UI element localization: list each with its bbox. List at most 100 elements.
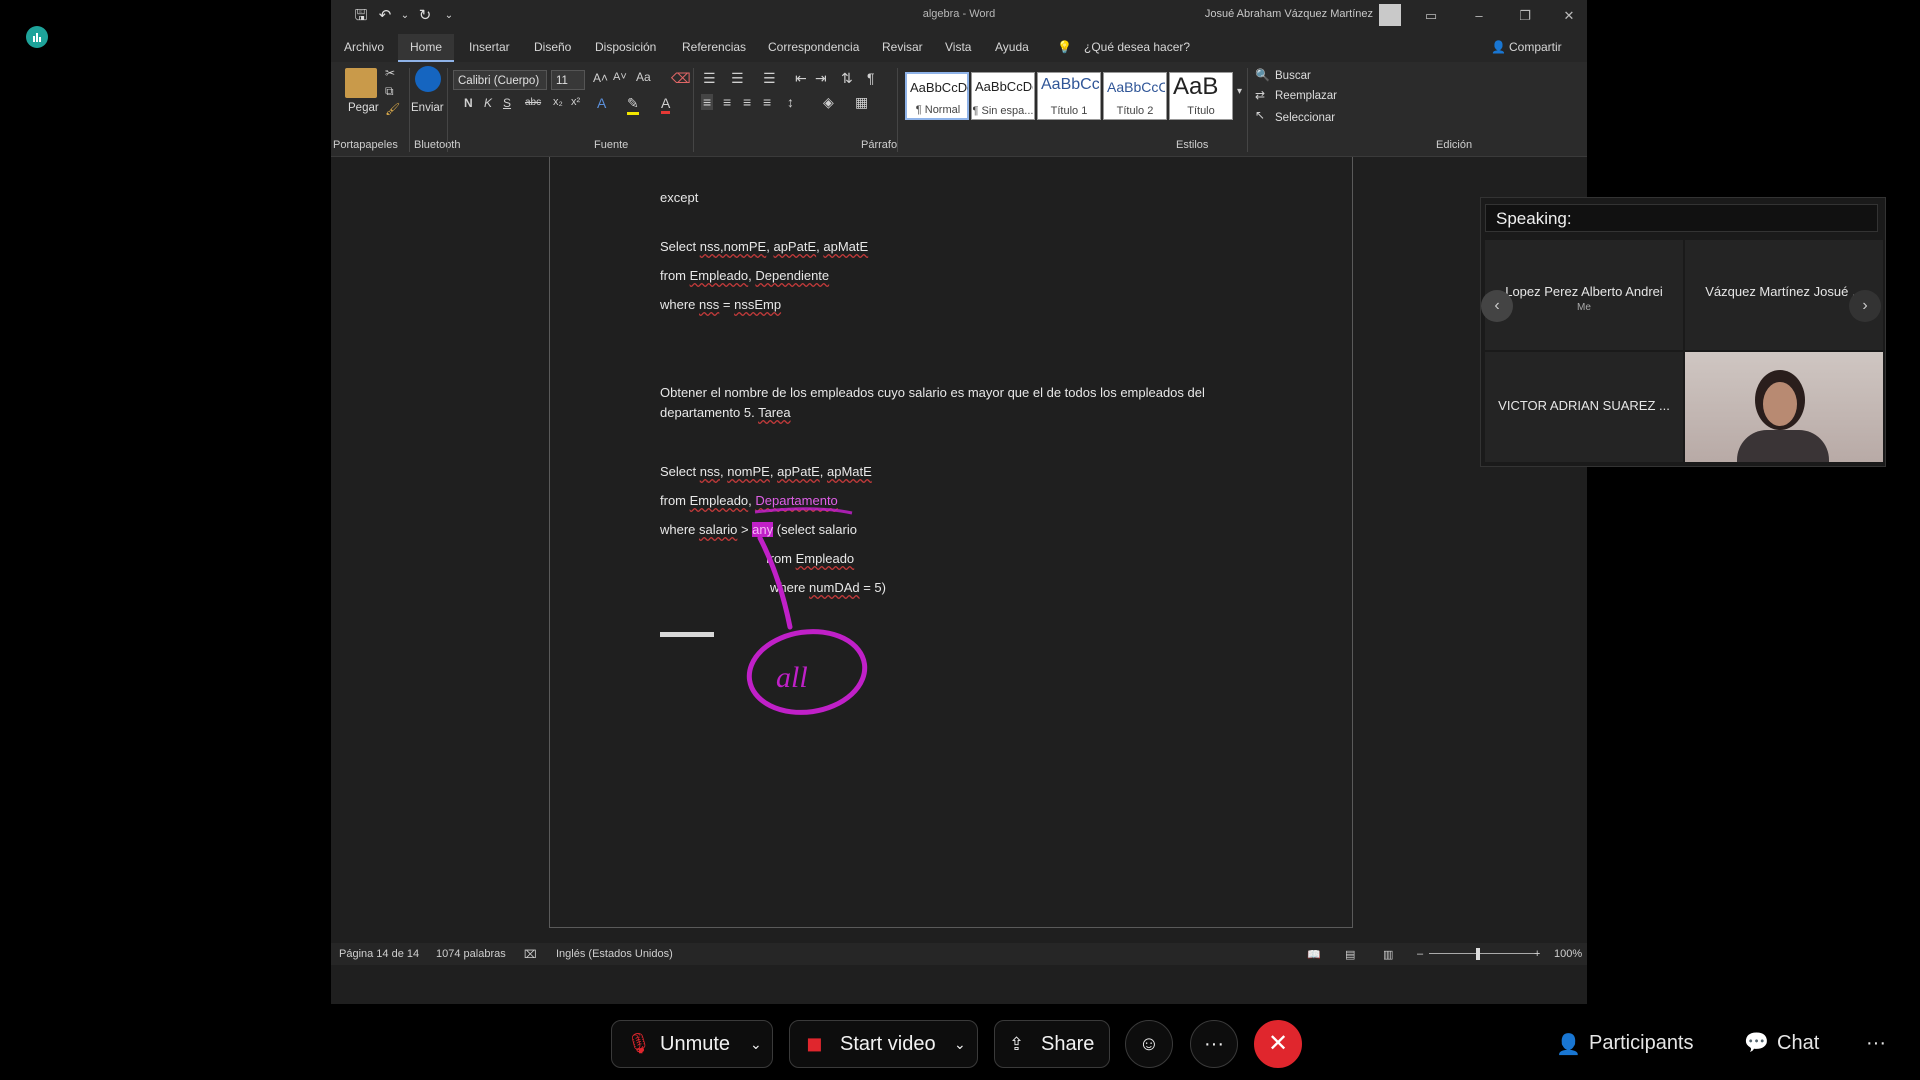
tab-ayuda[interactable]: Ayuda xyxy=(995,40,1029,54)
zoom-out-icon[interactable]: – xyxy=(1417,948,1423,960)
close-window-icon[interactable]: ✕ xyxy=(1559,6,1579,26)
more-options-button[interactable]: ··· xyxy=(1190,1020,1238,1068)
web-layout-icon[interactable]: ▥ xyxy=(1383,948,1393,961)
paste-button-label[interactable]: Pegar xyxy=(348,102,379,114)
share-screen-button[interactable]: ⇪ Share xyxy=(994,1020,1110,1068)
show-marks-icon[interactable]: ¶ xyxy=(867,70,875,86)
shading-icon[interactable]: ◈ xyxy=(823,94,834,111)
tab-diseno[interactable]: Diseño xyxy=(534,40,571,54)
sort-icon[interactable]: ⇅ xyxy=(841,70,853,87)
proofing-icon[interactable]: ⌧ xyxy=(524,948,537,961)
read-mode-icon[interactable]: 📖 xyxy=(1307,948,1321,961)
italic-button[interactable]: K xyxy=(484,96,492,110)
font-color-icon[interactable]: A xyxy=(661,95,671,114)
align-center-icon[interactable]: ≡ xyxy=(723,94,731,110)
restore-icon[interactable]: ❐ xyxy=(1515,6,1535,26)
format-painter-icon[interactable]: 🖌 xyxy=(385,102,400,116)
replace-button[interactable]: Reemplazar xyxy=(1275,90,1337,102)
tab-disposicion[interactable]: Disposición xyxy=(595,40,656,54)
start-video-button[interactable]: ◼ Start video ⌄ xyxy=(789,1020,978,1068)
find-button[interactable]: Buscar xyxy=(1275,70,1311,82)
share-icon[interactable]: 👤 xyxy=(1491,40,1506,54)
styles-more-icon[interactable]: ▾ xyxy=(1237,86,1242,97)
document-page[interactable]: except Select nss,nomPE, apPatE, apMatE … xyxy=(549,157,1353,928)
paste-icon[interactable] xyxy=(345,68,377,98)
next-page-icon[interactable]: › xyxy=(1849,290,1881,322)
bullets-icon[interactable]: ☰ xyxy=(703,70,716,87)
user-avatar[interactable] xyxy=(1379,4,1401,26)
participants-icon[interactable]: 👤 xyxy=(1556,1032,1581,1057)
select-button[interactable]: Seleccionar xyxy=(1275,112,1335,124)
strikethrough-icon[interactable]: abc xyxy=(525,97,541,108)
change-case-button[interactable]: Aa xyxy=(636,70,651,84)
leave-meeting-icon[interactable]: ✕ xyxy=(1254,1020,1302,1068)
underline-button[interactable]: S xyxy=(503,96,511,110)
participant-video[interactable] xyxy=(1685,352,1883,462)
increase-indent-icon[interactable]: ⇥ xyxy=(815,70,827,87)
minimize-icon[interactable]: – xyxy=(1469,6,1489,26)
font-size-combo[interactable]: 11 xyxy=(551,70,585,90)
participant-name: VICTOR ADRIAN SUAREZ ... xyxy=(1498,398,1670,413)
superscript-icon[interactable]: x² xyxy=(571,96,580,108)
grow-font-icon[interactable]: A˄ xyxy=(593,71,608,85)
cursor-icon: ↖ xyxy=(1255,108,1266,122)
style-heading-2[interactable]: AaBbCcC Título 2 xyxy=(1103,72,1167,120)
copy-icon[interactable]: ⧉ xyxy=(385,84,394,99)
style-title[interactable]: AaB Título xyxy=(1169,72,1233,120)
page-count[interactable]: Página 14 de 14 xyxy=(339,948,419,960)
tab-referencias[interactable]: Referencias xyxy=(682,40,746,54)
share-button[interactable]: Compartir xyxy=(1509,40,1562,54)
borders-icon[interactable]: ▦ xyxy=(855,94,868,111)
style-normal[interactable]: AaBbCcDc ¶ Normal xyxy=(905,72,969,120)
shrink-font-icon[interactable]: A˅ xyxy=(613,71,627,83)
text-effects-icon[interactable]: A xyxy=(597,95,606,111)
tab-vista[interactable]: Vista xyxy=(945,40,971,54)
participant-tile[interactable]: VICTOR ADRIAN SUAREZ ... xyxy=(1485,352,1683,462)
overflow-menu-icon[interactable]: ··· xyxy=(1866,1032,1886,1055)
style-preview: AaB xyxy=(1173,73,1219,100)
cut-icon[interactable]: ✂ xyxy=(385,66,395,80)
clear-formatting-icon[interactable]: ⌫ xyxy=(671,70,691,87)
style-heading-1[interactable]: AaBbCc Título 1 xyxy=(1037,72,1101,120)
reactions-icon[interactable]: ☺ xyxy=(1125,1020,1173,1068)
word-count[interactable]: 1074 palabras xyxy=(436,948,506,960)
bold-button[interactable]: N xyxy=(464,96,473,110)
numbering-icon[interactable]: ☰ xyxy=(731,70,744,87)
zoom-level[interactable]: 100% xyxy=(1554,948,1582,960)
decrease-indent-icon[interactable]: ⇤ xyxy=(795,70,807,87)
highlight-icon[interactable]: ✎ xyxy=(627,95,639,115)
zoom-slider[interactable] xyxy=(1429,953,1539,954)
chat-icon[interactable]: 💬 xyxy=(1744,1030,1769,1055)
chevron-down-icon: ⌄ xyxy=(954,1036,966,1052)
annotation-text: all xyxy=(776,661,808,694)
chat-button[interactable]: Chat xyxy=(1777,1032,1819,1055)
participant-tile[interactable]: Lopez Perez Alberto Andrei Me xyxy=(1485,240,1683,350)
justify-icon[interactable]: ≡ xyxy=(763,94,771,110)
ribbon-display-options-icon[interactable]: ▭ xyxy=(1421,6,1441,26)
tell-me-search[interactable]: ¿Qué desea hacer? xyxy=(1084,40,1190,54)
multilevel-list-icon[interactable]: ☰ xyxy=(763,70,776,87)
tab-correspondencia[interactable]: Correspondencia xyxy=(768,40,859,54)
tab-archivo[interactable]: Archivo xyxy=(344,40,384,54)
tab-insertar[interactable]: Insertar xyxy=(469,40,510,54)
bluetooth-icon[interactable] xyxy=(415,66,441,92)
font-name-combo[interactable]: Calibri (Cuerpo) xyxy=(453,70,547,90)
language[interactable]: Inglés (Estados Unidos) xyxy=(556,948,673,960)
muted-mic-icon: 🎙 xyxy=(626,1033,652,1055)
send-button-label[interactable]: Enviar xyxy=(411,102,444,114)
align-right-icon[interactable]: ≡ xyxy=(743,94,751,110)
tab-home[interactable]: Home xyxy=(398,34,455,62)
meeting-controls-bar: 🎙 Unmute ⌄ ◼ Start video ⌄ ⇪ Share ☺ ···… xyxy=(0,1004,1920,1080)
align-left-icon[interactable]: ≡ xyxy=(701,94,714,110)
participants-button[interactable]: Participants xyxy=(1589,1032,1694,1055)
previous-page-icon[interactable]: ‹ xyxy=(1481,290,1513,322)
subscript-icon[interactable]: x₂ xyxy=(553,96,563,108)
style-no-spacing[interactable]: AaBbCcDc ¶ Sin espa... xyxy=(971,72,1035,120)
print-layout-icon[interactable]: ▤ xyxy=(1345,948,1355,961)
unmute-button[interactable]: 🎙 Unmute ⌄ xyxy=(611,1020,773,1068)
tab-revisar[interactable]: Revisar xyxy=(882,40,923,54)
group-label-editing: Edición xyxy=(1436,139,1473,151)
zoom-in-icon[interactable]: + xyxy=(1534,948,1540,960)
line-spacing-icon[interactable]: ↕ xyxy=(787,94,794,110)
zoom-slider-thumb[interactable] xyxy=(1476,948,1480,960)
